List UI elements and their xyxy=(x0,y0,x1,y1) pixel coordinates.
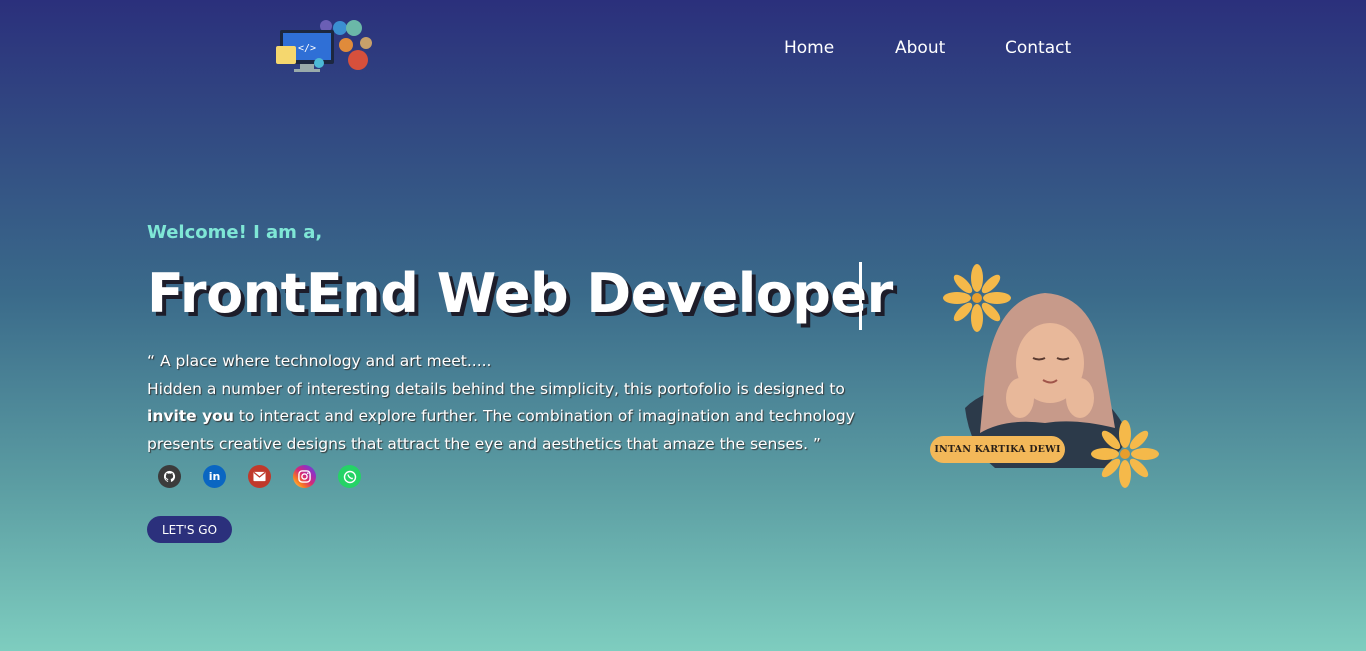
nav-home-link[interactable]: Home xyxy=(784,38,834,58)
quote-part-1: Hidden a number of interesting details b… xyxy=(147,379,845,398)
instagram-icon[interactable] xyxy=(293,465,316,488)
typing-cursor xyxy=(859,262,862,330)
quote-part-2: to interact and explore further. The com… xyxy=(147,407,855,453)
lets-go-button[interactable]: LET'S GO xyxy=(147,516,232,543)
svg-text:</>: </> xyxy=(298,43,316,54)
site-logo[interactable]: </> xyxy=(274,18,378,76)
nav-contact-link[interactable]: Contact xyxy=(1005,38,1071,58)
intro-paragraph: “ A place where technology and art meet.… xyxy=(147,348,867,458)
whatsapp-icon[interactable] xyxy=(338,465,361,488)
flower-top xyxy=(943,264,1011,332)
linkedin-icon[interactable]: in xyxy=(203,465,226,488)
welcome-text: Welcome! I am a, xyxy=(147,222,323,243)
page-title: FrontEnd Web Developer xyxy=(147,262,893,325)
email-icon[interactable] xyxy=(248,465,271,488)
github-icon[interactable] xyxy=(158,465,181,488)
quote-line-1: “ A place where technology and art meet.… xyxy=(147,352,492,370)
nav-about-link[interactable]: About xyxy=(895,38,945,58)
social-links: in xyxy=(158,465,361,488)
name-badge: INTAN KARTIKA DEWI xyxy=(930,436,1065,463)
quote-emphasis: invite you xyxy=(147,407,234,425)
linkedin-glyph: in xyxy=(208,470,221,483)
